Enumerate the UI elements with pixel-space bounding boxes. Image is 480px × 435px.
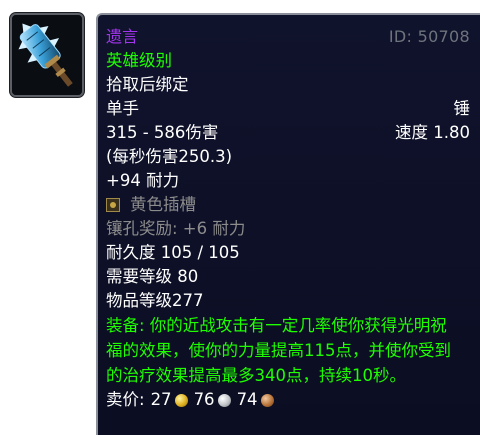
weapon-type-text: 锤 — [453, 99, 471, 118]
mace-icon[interactable] — [10, 13, 84, 97]
stamina-row: +94 耐力 — [106, 169, 470, 193]
sell-gold: 27 — [150, 390, 172, 409]
item-id: ID: 50708 — [388, 27, 470, 46]
socket-line: 黄色插槽 — [106, 193, 196, 217]
difficulty-text: 英雄级别 — [106, 51, 172, 70]
socket-bonus-text: 镶孔奖励: +6 耐力 — [106, 219, 246, 238]
item-level-text: 物品等级277 — [106, 291, 204, 310]
dps-row: (每秒伤害250.3) — [106, 145, 470, 169]
item-tooltip: 遗言 ID: 50708 英雄级别 拾取后绑定 单手 锤 315 - 586伤害… — [96, 13, 480, 435]
yellow-socket-icon — [106, 198, 120, 212]
equip-effect: 装备: 你的近战攻击有一定几率使你获得光明祝福的效果，使你的力量提高115点，并… — [106, 316, 451, 385]
slot-text: 单手 — [106, 99, 139, 118]
durability-text: 耐久度 105 / 105 — [106, 243, 240, 262]
damage-text: 315 - 586伤害 — [106, 123, 219, 142]
required-level-row: 需要等级 80 — [106, 265, 470, 289]
item-level-row: 物品等级277 — [106, 289, 470, 313]
bind-row: 拾取后绑定 — [106, 73, 470, 97]
gold-coin-icon — [174, 393, 188, 407]
tooltip-header-row: 遗言 ID: 50708 — [106, 25, 470, 49]
sell-label: 卖价: — [106, 390, 145, 409]
sell-silver: 76 — [193, 390, 215, 409]
stamina-text: +94 耐力 — [106, 171, 180, 190]
socket-text: 黄色插槽 — [130, 195, 196, 214]
slot-row: 单手 锤 — [106, 97, 470, 121]
required-level-text: 需要等级 80 — [106, 267, 199, 286]
bind-text: 拾取后绑定 — [106, 75, 189, 94]
difficulty-label: 英雄级别 — [106, 49, 470, 73]
socket-row: 黄色插槽 — [106, 193, 470, 217]
damage-row: 315 - 586伤害 速度 1.80 — [106, 121, 470, 145]
sell-price-row: 卖价: 27 76 74 — [106, 388, 470, 412]
silver-coin-icon — [217, 393, 231, 407]
speed-text: 速度 1.80 — [395, 123, 470, 142]
sell-copper: 74 — [236, 390, 258, 409]
dps-text: (每秒伤害250.3) — [106, 147, 233, 166]
item-name[interactable]: 遗言 — [106, 25, 138, 49]
durability-row: 耐久度 105 / 105 — [106, 241, 470, 265]
copper-coin-icon — [260, 393, 274, 407]
item-tooltip-screen: 遗言 ID: 50708 英雄级别 拾取后绑定 单手 锤 315 - 586伤害… — [0, 0, 480, 435]
socket-bonus-row: 镶孔奖励: +6 耐力 — [106, 217, 470, 241]
